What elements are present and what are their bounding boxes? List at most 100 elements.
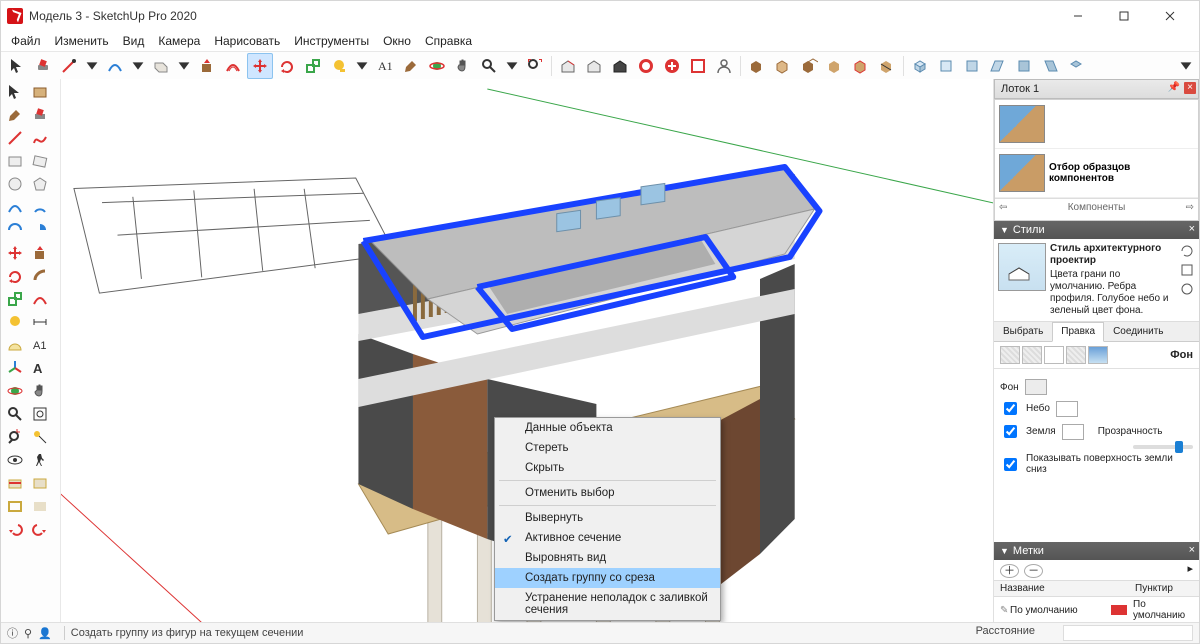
zoomext-icon[interactable]: [28, 403, 52, 425]
measure-dropdown-icon[interactable]: [353, 54, 371, 78]
watermark-settings-icon[interactable]: [1066, 346, 1086, 364]
ext-warehouse-icon[interactable]: [634, 54, 658, 78]
panel-close-icon[interactable]: ×: [1189, 544, 1195, 556]
rotate-tool-icon[interactable]: [275, 54, 299, 78]
add-tag-icon[interactable]: ＋: [1000, 564, 1019, 578]
view-back-icon[interactable]: [1012, 54, 1036, 78]
zoom-extents-icon[interactable]: [523, 54, 547, 78]
ground-checkbox[interactable]: [1004, 425, 1017, 438]
line-dropdown-icon[interactable]: [83, 54, 101, 78]
views-overflow-icon[interactable]: [1177, 54, 1195, 78]
scale-icon[interactable]: [3, 288, 27, 310]
rectangle-tool-icon[interactable]: [149, 54, 173, 78]
zoom-icon[interactable]: [3, 403, 27, 425]
tape-tool-icon[interactable]: [327, 54, 351, 78]
tray-tab[interactable]: Лоток 1 📌 ×: [994, 79, 1199, 99]
warehouse2-icon[interactable]: [582, 54, 606, 78]
move-icon[interactable]: [3, 242, 27, 264]
tag-row-default[interactable]: ✎ По умолчанию По умолчанию: [994, 597, 1199, 623]
prevview-icon[interactable]: [3, 426, 27, 448]
orbit-tool-icon[interactable]: [425, 54, 449, 78]
line-icon[interactable]: [3, 127, 27, 149]
zoom-dropdown-icon[interactable]: [503, 54, 521, 78]
face-settings-icon[interactable]: [1022, 346, 1042, 364]
component-icon[interactable]: [28, 81, 52, 103]
menu-draw[interactable]: Нарисовать: [208, 32, 286, 50]
component-row[interactable]: Отбор образцов компонентов: [995, 149, 1198, 198]
solid-union-icon[interactable]: [745, 54, 769, 78]
section-cut-icon[interactable]: [3, 495, 27, 517]
pin-icon[interactable]: 📌: [1168, 82, 1180, 93]
polygon-icon[interactable]: [28, 173, 52, 195]
panel-close-icon[interactable]: ×: [1189, 223, 1195, 235]
sky-checkbox[interactable]: [1004, 402, 1017, 415]
scale-tool-icon[interactable]: [301, 54, 325, 78]
pan-tool-icon[interactable]: [451, 54, 475, 78]
tags-col-name[interactable]: Название: [994, 581, 1109, 596]
minimize-button[interactable]: [1055, 1, 1101, 31]
tags-col-dash[interactable]: Пунктир: [1131, 581, 1199, 596]
axes-icon[interactable]: [3, 357, 27, 379]
view-right-icon[interactable]: [986, 54, 1010, 78]
view-front-icon[interactable]: [960, 54, 984, 78]
arc2p-icon[interactable]: [3, 196, 27, 218]
edge-settings-icon[interactable]: [1000, 346, 1020, 364]
section-fill-icon[interactable]: [28, 495, 52, 517]
freehand-icon[interactable]: [28, 127, 52, 149]
zoom-tool-icon[interactable]: [477, 54, 501, 78]
modeling-settings-icon[interactable]: [1088, 346, 1108, 364]
offset-icon[interactable]: [28, 288, 52, 310]
pushpull-icon[interactable]: [28, 242, 52, 264]
pushpull-tool-icon[interactable]: [195, 54, 219, 78]
tab-select[interactable]: Выбрать: [994, 322, 1052, 341]
tag-color-swatch[interactable]: [1111, 605, 1127, 615]
ctx-create-group-from-slice[interactable]: Создать группу со среза: [495, 568, 720, 588]
paint-tool-icon[interactable]: [399, 54, 423, 78]
pan-icon[interactable]: [28, 380, 52, 402]
style-revert-icon[interactable]: [1179, 281, 1195, 297]
layout-icon[interactable]: [686, 54, 710, 78]
warehouse3-icon[interactable]: [608, 54, 632, 78]
rotrect-icon[interactable]: [28, 150, 52, 172]
ground-color-swatch[interactable]: [1062, 424, 1084, 440]
maximize-button[interactable]: [1101, 1, 1147, 31]
close-button[interactable]: [1147, 1, 1193, 31]
solid-subtract-icon[interactable]: [823, 54, 847, 78]
menu-camera[interactable]: Камера: [152, 32, 206, 50]
pie-icon[interactable]: [28, 219, 52, 241]
line-tool-icon[interactable]: [57, 54, 81, 78]
orbit-icon[interactable]: [3, 380, 27, 402]
position-camera-icon[interactable]: [28, 426, 52, 448]
background-settings-icon[interactable]: [1044, 346, 1064, 364]
ctx-deselect[interactable]: Отменить выбор: [495, 483, 720, 503]
user-icon[interactable]: [712, 54, 736, 78]
tags-panel-header[interactable]: ▼ Метки ×: [994, 542, 1199, 560]
shape-dropdown-icon[interactable]: [175, 54, 193, 78]
component-row[interactable]: [995, 100, 1198, 149]
offset-tool-icon[interactable]: [221, 54, 245, 78]
menu-window[interactable]: Окно: [377, 32, 417, 50]
geo-icon[interactable]: ⚲: [24, 627, 32, 640]
view-left-icon[interactable]: [1038, 54, 1062, 78]
menu-tools[interactable]: Инструменты: [288, 32, 375, 50]
arc3p-icon[interactable]: [3, 219, 27, 241]
ctx-troubleshoot-fill[interactable]: Устранение неполадок с заливкой сечения: [495, 588, 720, 620]
eraser-tool-icon[interactable]: [31, 54, 55, 78]
arc-tool-icon[interactable]: [103, 54, 127, 78]
section-icon[interactable]: [3, 472, 27, 494]
protractor-icon[interactable]: [3, 334, 27, 356]
view-bottom-icon[interactable]: [1064, 54, 1088, 78]
undo-icon[interactable]: [3, 518, 27, 540]
show-ground-checkbox[interactable]: [1004, 458, 1017, 471]
menu-help[interactable]: Справка: [419, 32, 478, 50]
menu-edit[interactable]: Изменить: [49, 32, 115, 50]
solid-union2-icon[interactable]: [797, 54, 821, 78]
dimension-icon[interactable]: [28, 311, 52, 333]
sky-color-swatch[interactable]: [1056, 401, 1078, 417]
ctx-active-section[interactable]: ✔ Активное сечение: [495, 528, 720, 548]
style-update-icon[interactable]: [1179, 243, 1195, 259]
redo-icon[interactable]: [28, 518, 52, 540]
measurement-field[interactable]: [1063, 625, 1193, 641]
ctx-align-view[interactable]: Выровнять вид: [495, 548, 720, 568]
menu-file[interactable]: Файл: [5, 32, 47, 50]
